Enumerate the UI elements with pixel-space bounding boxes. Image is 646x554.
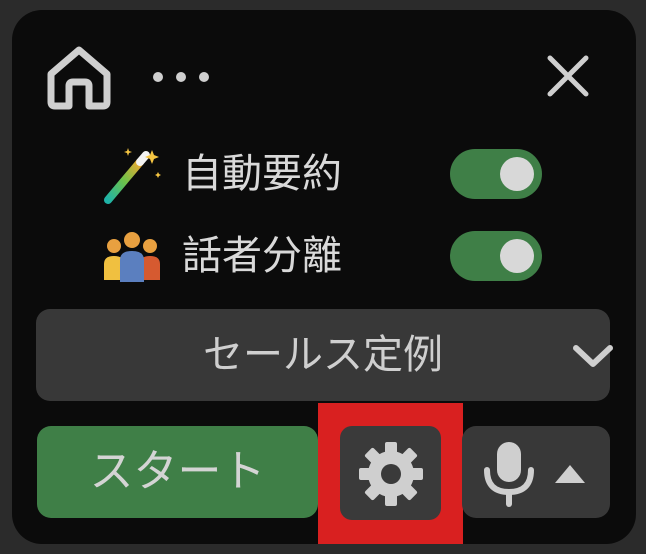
auto-summary-label: 自動要約: [182, 151, 342, 197]
auto-summary-row: 自動要約: [100, 142, 550, 206]
toggle-knob: [500, 157, 534, 191]
triangle-up-icon[interactable]: [552, 462, 588, 486]
auto-summary-toggle[interactable]: [450, 149, 542, 199]
speaker-separation-row: 話者分離: [100, 224, 550, 288]
gear-icon: [359, 442, 423, 506]
microphone-button[interactable]: [462, 426, 610, 518]
meeting-type-value: セールス定例: [203, 332, 443, 378]
people-icon: [104, 232, 160, 282]
speaker-separation-label: 話者分離: [182, 233, 342, 279]
magic-wand-icon: [104, 148, 161, 204]
start-button[interactable]: スタート: [37, 426, 318, 518]
microphone-icon: [484, 442, 534, 507]
close-icon[interactable]: [544, 52, 592, 100]
toggle-knob: [500, 239, 534, 273]
home-icon[interactable]: [43, 44, 115, 112]
speaker-separation-toggle[interactable]: [450, 231, 542, 281]
more-horizontal-icon[interactable]: [150, 66, 212, 88]
meeting-type-dropdown[interactable]: セールス定例: [36, 309, 613, 401]
chevron-down-icon: [573, 345, 613, 367]
settings-button[interactable]: [340, 426, 441, 520]
